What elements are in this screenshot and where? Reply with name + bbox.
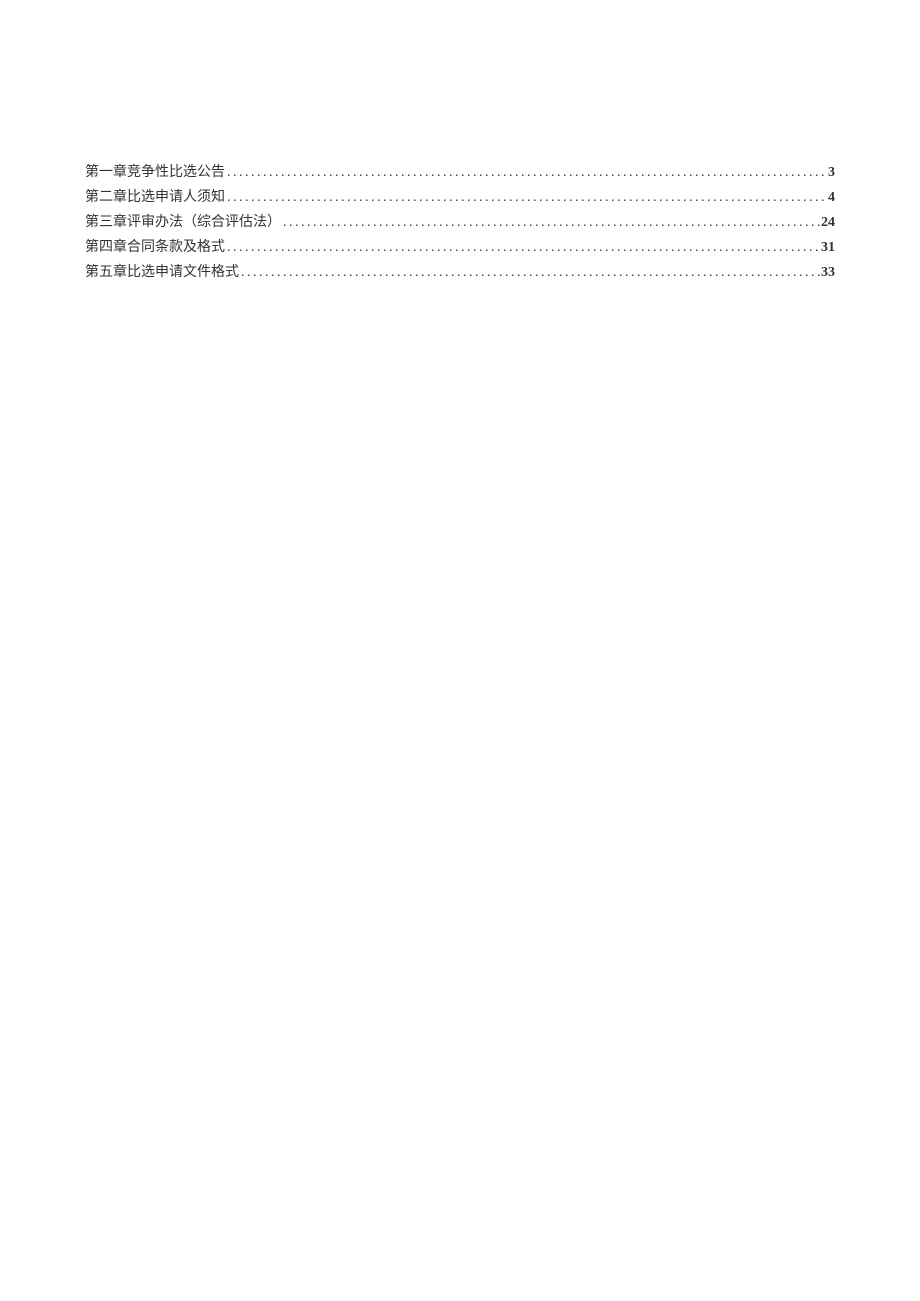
toc-entry-title: 第一章竞争性比选公告: [85, 160, 225, 185]
table-of-contents: 第一章竞争性比选公告 3 第二章比选申请人须知 4 第三章评审办法（综合评估法）…: [85, 160, 835, 285]
toc-leader-dots: [225, 185, 828, 210]
toc-entry-page: 3: [828, 160, 835, 185]
toc-entry-page: 33: [821, 260, 835, 285]
toc-entry-page: 31: [821, 235, 835, 260]
toc-leader-dots: [225, 235, 821, 260]
toc-entry-page: 24: [821, 210, 835, 235]
toc-entry: 第三章评审办法（综合评估法） 24: [85, 210, 835, 235]
toc-leader-dots: [239, 260, 821, 285]
toc-entry-title: 第三章评审办法（综合评估法）: [85, 210, 281, 235]
document-page: 第一章竞争性比选公告 3 第二章比选申请人须知 4 第三章评审办法（综合评估法）…: [0, 0, 920, 285]
toc-leader-dots: [281, 210, 821, 235]
toc-entry: 第五章比选申请文件格式 33: [85, 260, 835, 285]
toc-leader-dots: [225, 160, 828, 185]
toc-entry: 第四章合同条款及格式 31: [85, 235, 835, 260]
toc-entry-page: 4: [828, 185, 835, 210]
toc-entry-title: 第四章合同条款及格式: [85, 235, 225, 260]
toc-entry: 第二章比选申请人须知 4: [85, 185, 835, 210]
toc-entry-title: 第五章比选申请文件格式: [85, 260, 239, 285]
toc-entry: 第一章竞争性比选公告 3: [85, 160, 835, 185]
toc-entry-title: 第二章比选申请人须知: [85, 185, 225, 210]
